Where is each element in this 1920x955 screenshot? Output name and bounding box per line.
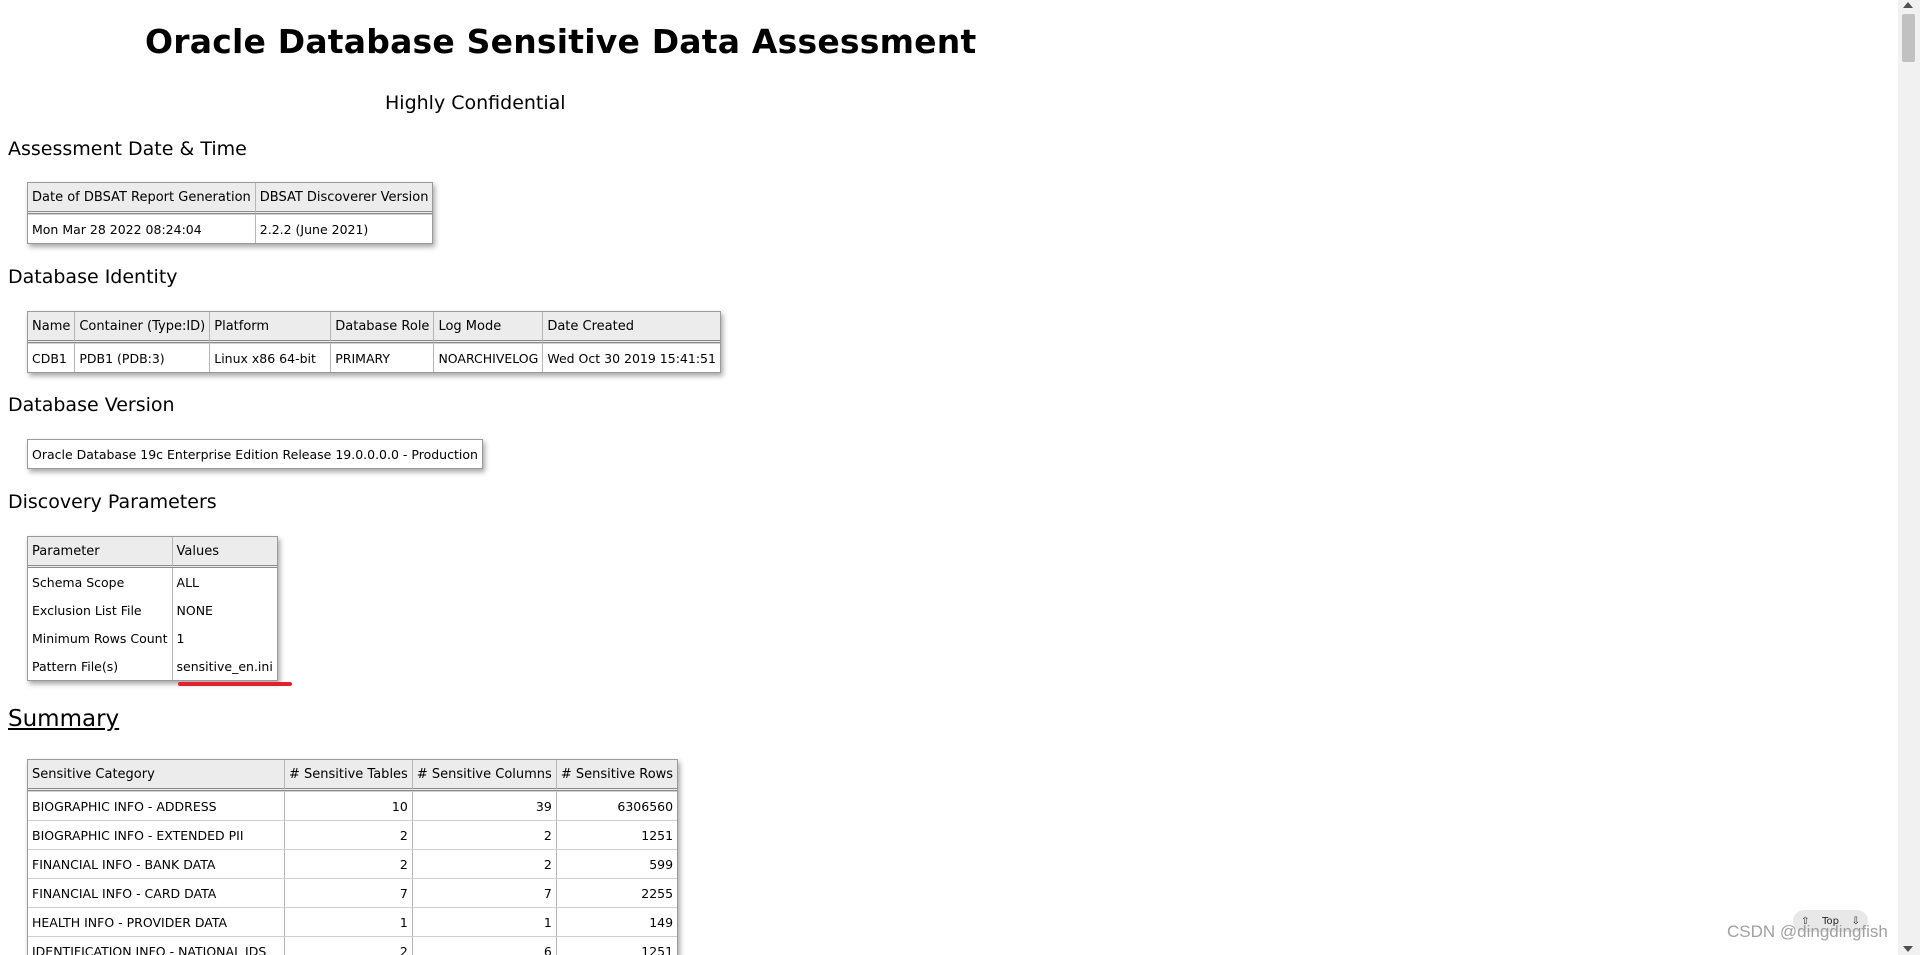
table-cell: Minimum Rows Count [28, 624, 173, 652]
table-cell: IDENTIFICATION INFO - NATIONAL IDS [28, 936, 285, 955]
column-header: # Sensitive Columns [412, 760, 557, 791]
column-header: Platform [210, 312, 332, 343]
table-cell: Schema Scope [28, 568, 173, 596]
table-cell: 7 [285, 878, 413, 907]
table-cell: NONE [176, 602, 213, 618]
table-row: Exclusion List File NONE [28, 596, 277, 624]
table-cell: PDB1 (PDB:3) [75, 343, 211, 372]
table-row: Oracle Database 19c Enterprise Edition R… [28, 440, 482, 468]
table-row: IDENTIFICATION INFO - NATIONAL IDS 2 6 1… [28, 936, 678, 955]
column-header: Name [28, 312, 76, 343]
table-cell: BIOGRAPHIC INFO - EXTENDED PII [28, 820, 285, 849]
table-row: FINANCIAL INFO - BANK DATA 2 2 599 [28, 849, 678, 878]
table-cell: 1251 [556, 936, 678, 955]
scroll-arrow-up-icon[interactable] [1903, 2, 1913, 8]
discovery-table: Parameter Values Schema Scope ALL Exclus… [27, 536, 278, 681]
scrollbar-thumb[interactable] [1902, 14, 1915, 62]
table-cell: Exclusion List File [28, 596, 173, 624]
column-header: # Sensitive Rows [556, 760, 678, 791]
table-cell: Pattern File(s) [28, 652, 173, 680]
column-header: Container (Type:ID) [75, 312, 211, 343]
version-heading: Database Version [8, 394, 175, 416]
table-cell: 149 [556, 907, 678, 936]
table-cell: 1 [176, 630, 185, 646]
table-cell: FINANCIAL INFO - CARD DATA [28, 878, 285, 907]
table-cell: 2 [285, 820, 413, 849]
discovery-heading: Discovery Parameters [8, 491, 217, 513]
assessment-table: Date of DBSAT Report Generation DBSAT Di… [27, 182, 434, 244]
report-page: Oracle Database Sensitive Data Assessmen… [0, 0, 1898, 955]
scroll-arrow-down-icon[interactable] [1903, 946, 1913, 952]
identity-heading: Database Identity [8, 266, 178, 288]
table-row: BIOGRAPHIC INFO - ADDRESS 10 39 6306560 [28, 791, 678, 820]
table-cell: 2 [285, 849, 413, 878]
identity-table: Name Container (Type:ID) Platform Databa… [27, 311, 721, 373]
summary-table: Sensitive Category # Sensitive Tables # … [27, 759, 679, 955]
version-table: Oracle Database 19c Enterprise Edition R… [27, 439, 483, 469]
table-cell: 2 [412, 820, 557, 849]
column-header: Date Created [543, 312, 720, 343]
table-row: BIOGRAPHIC INFO - EXTENDED PII 2 2 1251 [28, 820, 678, 849]
table-cell: 1 [285, 907, 413, 936]
table-cell: Oracle Database 19c Enterprise Edition R… [32, 446, 478, 462]
annotation-underline [178, 682, 292, 686]
table-cell: 2 [285, 936, 413, 955]
table-cell: sensitive_en.ini [176, 658, 273, 674]
column-header: # Sensitive Tables [285, 760, 413, 791]
table-cell: 1251 [556, 820, 678, 849]
table-row: Mon Mar 28 2022 08:24:04 2.2.2 (June 202… [28, 214, 433, 243]
watermark: CSDN @dingdingfish [1727, 922, 1888, 941]
table-cell: CDB1 [28, 343, 76, 372]
table-row: HEALTH INFO - PROVIDER DATA 1 1 149 [28, 907, 678, 936]
column-header: Values [172, 537, 277, 568]
table-row: CDB1 PDB1 (PDB:3) Linux x86 64-bit PRIMA… [28, 343, 720, 372]
table-cell: 6306560 [556, 791, 678, 820]
table-row: Pattern File(s) sensitive_en.ini [28, 652, 277, 680]
table-cell: 2.2.2 (June 2021) [255, 214, 433, 243]
assessment-heading: Assessment Date & Time [8, 138, 247, 160]
table-row: Schema Scope ALL [28, 568, 277, 596]
table-cell: BIOGRAPHIC INFO - ADDRESS [28, 791, 285, 820]
table-cell: Mon Mar 28 2022 08:24:04 [28, 214, 256, 243]
column-header: Sensitive Category [28, 760, 285, 791]
column-header: Date of DBSAT Report Generation [28, 183, 256, 214]
table-cell: 10 [285, 791, 413, 820]
column-header: Log Mode [434, 312, 544, 343]
table-cell: 7 [412, 878, 557, 907]
vertical-scrollbar[interactable] [1898, 0, 1920, 955]
page-title: Oracle Database Sensitive Data Assessmen… [145, 22, 977, 61]
table-row: FINANCIAL INFO - CARD DATA 7 7 2255 [28, 878, 678, 907]
table-cell: 599 [556, 849, 678, 878]
table-row: Minimum Rows Count 1 [28, 624, 277, 652]
column-header: Parameter [28, 537, 173, 568]
table-cell: FINANCIAL INFO - BANK DATA [28, 849, 285, 878]
table-cell: 6 [412, 936, 557, 955]
confidentiality-label: Highly Confidential [385, 92, 566, 114]
table-cell: PRIMARY [331, 343, 435, 372]
summary-heading[interactable]: Summary [8, 706, 119, 732]
column-header: Database Role [331, 312, 435, 343]
table-cell: ALL [176, 574, 199, 590]
table-cell: 39 [412, 791, 557, 820]
table-cell: NOARCHIVELOG [434, 343, 544, 372]
table-cell: 1 [412, 907, 557, 936]
table-cell: Linux x86 64-bit [210, 343, 332, 372]
table-cell: 2 [412, 849, 557, 878]
table-cell: HEALTH INFO - PROVIDER DATA [28, 907, 285, 936]
column-header: DBSAT Discoverer Version [255, 183, 433, 214]
table-cell: 2255 [556, 878, 678, 907]
table-cell: Wed Oct 30 2019 15:41:51 [543, 343, 720, 372]
